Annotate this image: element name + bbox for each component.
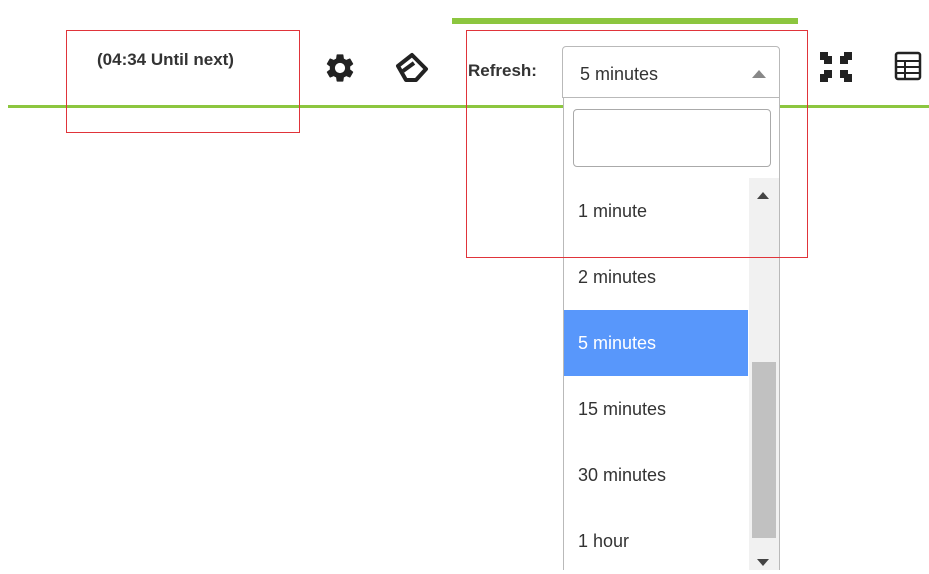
refresh-option[interactable]: 2 minutes — [564, 244, 748, 310]
annotation-box-countdown — [66, 30, 300, 133]
refresh-selected-value: 5 minutes — [580, 64, 659, 84]
refresh-interval-select[interactable]: 5 minutes — [562, 46, 780, 98]
eraser-icon[interactable] — [394, 52, 430, 84]
gear-icon[interactable] — [323, 51, 357, 85]
refresh-option[interactable]: 30 minutes — [564, 442, 748, 508]
refresh-option[interactable]: 15 minutes — [564, 376, 748, 442]
refresh-dropdown: 1 minute 2 minutes 5 minutes 15 minutes … — [563, 98, 780, 570]
scroll-down-arrow-icon[interactable] — [757, 559, 769, 566]
refresh-options-list: 1 minute 2 minutes 5 minutes 15 minutes … — [564, 178, 748, 574]
scroll-up-arrow-icon[interactable] — [757, 192, 769, 199]
refresh-option[interactable]: 1 minute — [564, 178, 748, 244]
scrollbar-thumb[interactable] — [752, 362, 776, 538]
refresh-label: Refresh: — [468, 61, 537, 80]
toolbar-divider — [8, 105, 929, 108]
dropdown-scrollbar[interactable] — [749, 178, 779, 570]
table-icon[interactable] — [893, 50, 923, 82]
top-accent-bar — [452, 18, 798, 24]
chevron-up-icon — [752, 70, 766, 78]
collapse-arrows-icon[interactable] — [817, 49, 855, 85]
refresh-option[interactable]: 1 hour — [564, 508, 748, 574]
refresh-countdown: (04:34 Until next) — [97, 50, 234, 69]
refresh-option-selected[interactable]: 5 minutes — [564, 310, 748, 376]
dropdown-search-input[interactable] — [573, 109, 771, 167]
